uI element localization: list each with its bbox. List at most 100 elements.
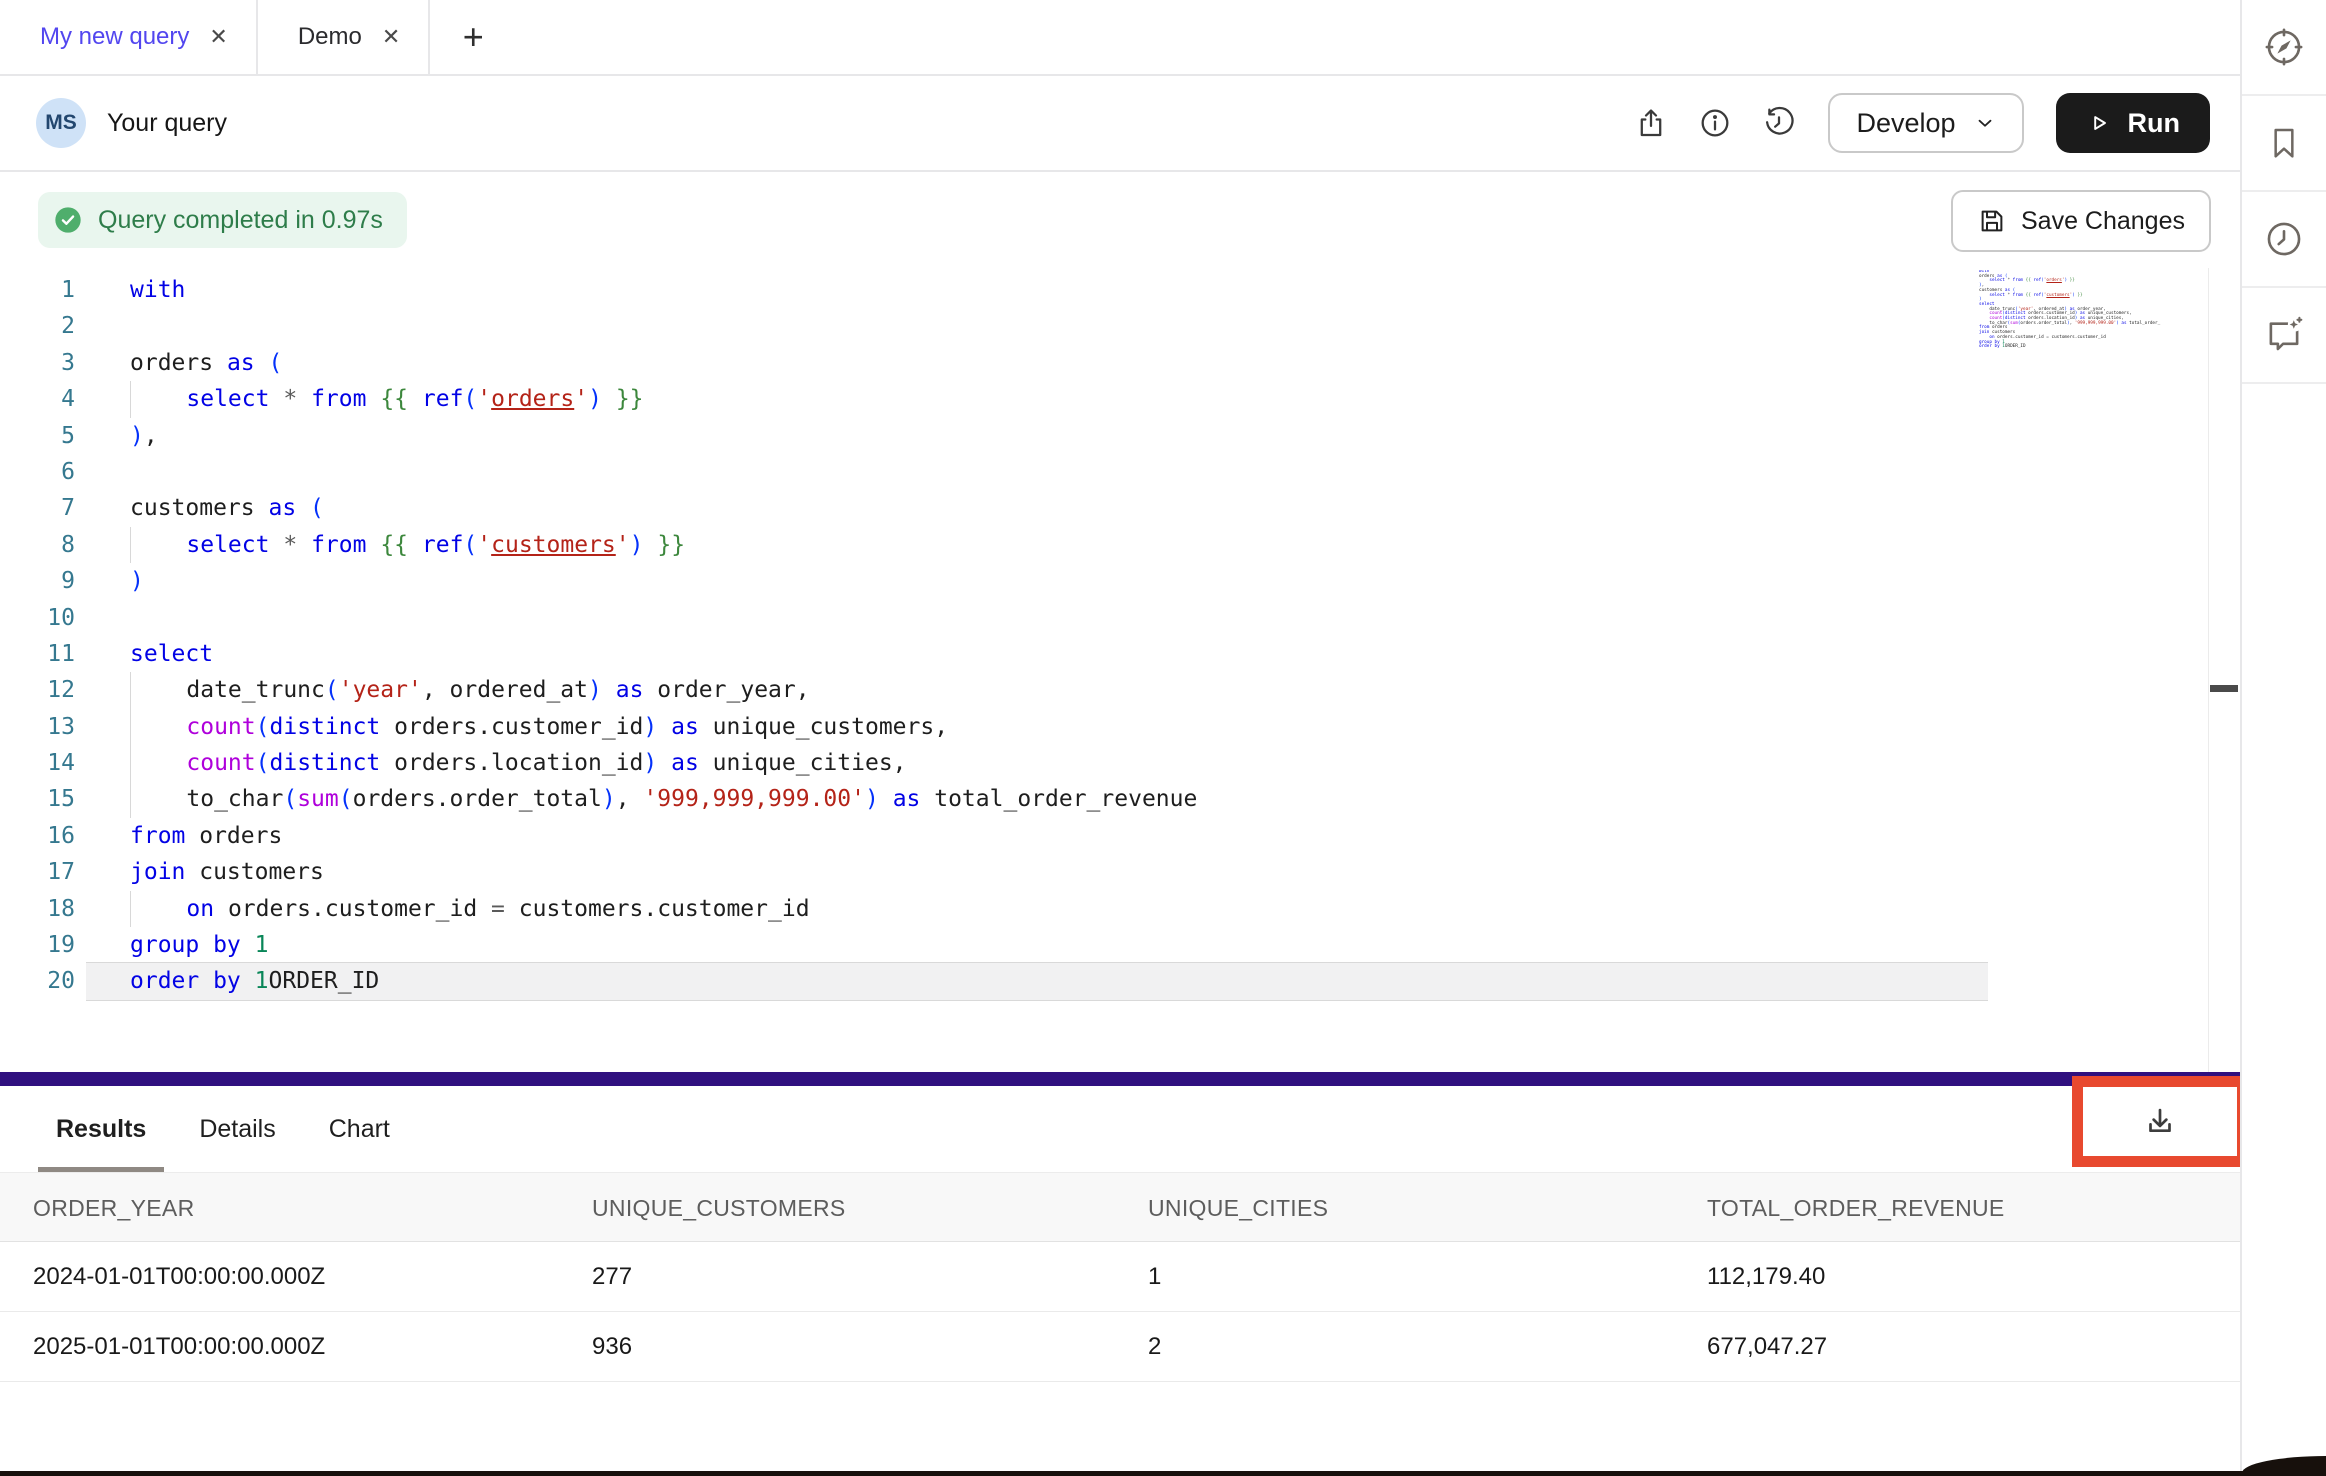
code-text: count(distinct orders.location_id) as un… <box>130 745 907 781</box>
code-line[interactable]: 6 <box>0 454 2240 490</box>
info-button[interactable] <box>1690 98 1740 148</box>
token-br: ) <box>643 714 657 740</box>
code-line[interactable]: 8 select * from {{ ref('customers') }} <box>0 527 2240 563</box>
code-line[interactable]: 1with <box>0 272 2240 308</box>
plus-icon: + <box>463 16 484 58</box>
code-line[interactable]: 4 select * from {{ ref('orders') }} <box>0 381 2240 417</box>
line-number: 18 <box>0 891 75 927</box>
chevron-down-icon <box>1974 112 1996 134</box>
results-panel: Results Details Chart ORDER_YEAR UNIQUE_CUS… <box>0 1086 2240 1476</box>
save-changes-button[interactable]: Save Changes <box>1951 190 2211 252</box>
tab-my-new-query[interactable]: My new query ✕ <box>0 0 258 74</box>
table-row: 2024-01-01T00:00:00.000Z2771112,179.40 <box>0 1242 2240 1312</box>
model-ref-link[interactable]: orders <box>491 386 574 412</box>
token-id <box>297 386 311 412</box>
code-line[interactable]: 10 <box>0 600 2240 636</box>
model-ref-link[interactable]: customers <box>491 532 616 558</box>
code-text: orders as ( <box>130 345 282 381</box>
table-cell: 2024-01-01T00:00:00.000Z <box>33 1242 325 1312</box>
panel-resize-divider[interactable] <box>0 1072 2240 1086</box>
sidebar-item-history[interactable] <box>2242 192 2326 288</box>
line-number: 13 <box>0 709 75 745</box>
code-line[interactable]: 17join customers <box>0 854 2240 890</box>
code-text: ), <box>130 418 158 454</box>
sidebar-item-assistant[interactable] <box>2242 288 2326 384</box>
status-text: Query completed in 0.97s <box>98 206 383 235</box>
token-kw: as <box>671 714 699 740</box>
code-line[interactable]: 16from orders <box>0 818 2240 854</box>
token-kw: ref <box>422 386 464 412</box>
token-id <box>408 532 422 558</box>
run-button[interactable]: Run <box>2056 93 2210 153</box>
code-text: group by 1 <box>130 927 269 963</box>
tab-demo[interactable]: Demo✕ <box>258 0 430 74</box>
line-number: 5 <box>0 418 75 454</box>
line-number: 19 <box>0 927 75 963</box>
token-kw: from <box>311 386 366 412</box>
token-id <box>879 786 893 812</box>
code-line[interactable]: 13 count(distinct orders.customer_id) as… <box>0 709 2240 745</box>
token-br: ( <box>269 350 283 376</box>
code-line[interactable]: 19 group by 1 <box>0 927 2240 963</box>
token-str: ' <box>616 532 630 558</box>
column-header: UNIQUE_CUSTOMERS <box>592 1173 846 1243</box>
token-ind <box>130 709 186 745</box>
token-id <box>366 386 380 412</box>
table-cell: 277 <box>592 1242 632 1312</box>
token-kw: order by <box>130 968 241 994</box>
token-ind <box>130 527 186 563</box>
token-id: date_trunc <box>186 677 324 703</box>
close-x-icon[interactable]: ✕ <box>209 26 227 48</box>
token-kw: as <box>616 677 644 703</box>
table-cell: 112,179.40 <box>1707 1242 1825 1312</box>
sidebar-item-explore[interactable] <box>2242 0 2326 96</box>
table-cell: 2025-01-01T00:00:00.000Z <box>33 1312 325 1382</box>
minimap[interactable]: withorders as ( select * from {{ ref('or… <box>1979 270 2161 380</box>
column-header: ORDER_YEAR <box>33 1173 194 1243</box>
code-line[interactable]: 7customers as ( <box>0 490 2240 526</box>
code-line[interactable]: 5), <box>0 418 2240 454</box>
token-br: ) <box>130 568 144 594</box>
table-cell: 677,047.27 <box>1707 1312 1827 1382</box>
clock-icon <box>2263 218 2305 260</box>
code-line[interactable]: 15 to_char(sum(orders.order_total), '999… <box>0 781 2240 817</box>
minimap-line: order by 1ORDER_ID <box>1979 345 2161 350</box>
line-number: 2 <box>0 308 75 344</box>
token-br: ) <box>643 750 657 776</box>
code-line[interactable]: 12 date_trunc('year', ordered_at) as ord… <box>0 672 2240 708</box>
token-id: unique_customers, <box>699 714 948 740</box>
code-line[interactable]: 2 <box>0 308 2240 344</box>
code-text: from orders <box>130 818 282 854</box>
code-lines[interactable]: 1with23orders as (4 select * from {{ ref… <box>0 272 2240 1000</box>
results-tab-details[interactable]: Details <box>199 1086 275 1172</box>
token-jinja: {{ <box>380 532 408 558</box>
token-br: ( <box>310 495 324 521</box>
scrollbar-thumb[interactable] <box>2210 685 2238 692</box>
token-br: ( <box>463 386 477 412</box>
close-x-icon[interactable]: ✕ <box>382 26 400 48</box>
token-id: customers.customer_id <box>505 896 810 922</box>
download-results-button[interactable] <box>2130 1092 2190 1152</box>
results-tab-results[interactable]: Results <box>56 1086 146 1172</box>
code-line[interactable]: 18 on orders.customer_id = customers.cus… <box>0 891 2240 927</box>
tab-label: My new query <box>40 23 189 51</box>
token-id <box>296 495 310 521</box>
code-line[interactable]: 9) <box>0 563 2240 599</box>
token-str: ' <box>477 532 491 558</box>
develop-dropdown[interactable]: Develop <box>1828 93 2023 153</box>
code-line[interactable]: 3orders as ( <box>0 345 2240 381</box>
code-editor[interactable]: Query completed in 0.97s Save Changes 1w… <box>0 172 2240 1072</box>
new-tab-button[interactable]: + <box>430 0 516 74</box>
token-id <box>297 532 311 558</box>
right-sidebar <box>2240 0 2326 1476</box>
code-line[interactable]: 11select <box>0 636 2240 672</box>
history-button[interactable] <box>1754 98 1804 148</box>
token-kw: as <box>671 750 699 776</box>
code-line[interactable]: 20order by 1ORDER_ID <box>0 963 2240 999</box>
sidebar-item-bookmarks[interactable] <box>2242 96 2326 192</box>
code-line[interactable]: 14 count(distinct orders.location_id) as… <box>0 745 2240 781</box>
results-tab-chart[interactable]: Chart <box>329 1086 390 1172</box>
share-button[interactable] <box>1626 98 1676 148</box>
token-kw: as <box>227 350 255 376</box>
screen-bottom-edge <box>0 1471 2326 1476</box>
